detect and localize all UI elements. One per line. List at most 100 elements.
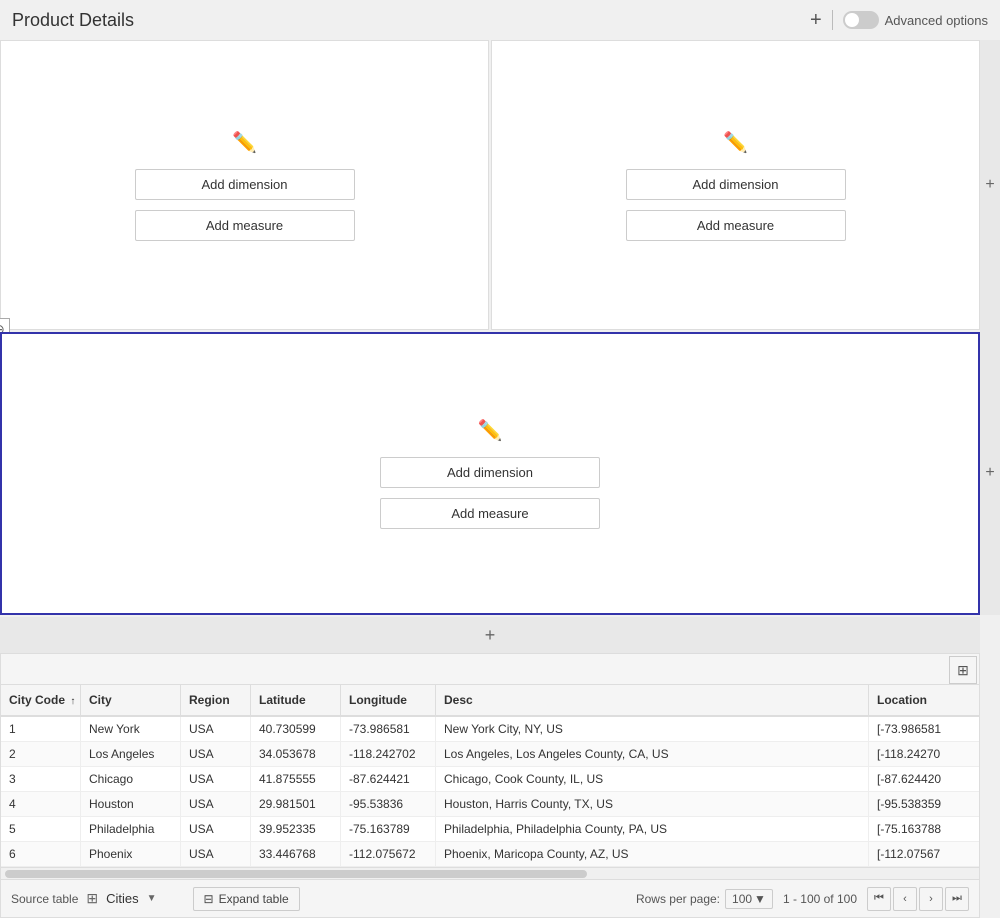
cell-citycode: 3	[1, 767, 81, 791]
source-table-label: Source table	[11, 892, 78, 906]
add-measure-button-bottom[interactable]: Add measure	[380, 498, 600, 529]
data-table: ⊞ City Code ↑ City Region Latitude Longi…	[0, 653, 980, 918]
cell-location: [-118.24270	[869, 742, 979, 766]
add-dimension-button-top-left[interactable]: Add dimension	[135, 169, 355, 200]
top-panels-row: ✏️ Add dimension Add measure ✏️ Add dime…	[0, 40, 980, 330]
expand-table-button[interactable]: ⊟ Expand table	[193, 887, 300, 911]
right-sidebar: + +	[980, 40, 1000, 918]
panel-top-left: ✏️ Add dimension Add measure	[0, 40, 489, 330]
add-row-area[interactable]: +	[0, 617, 980, 653]
pagination-nav: ⏮ ‹ › ⏭	[867, 887, 969, 911]
cell-city: Philadelphia	[81, 817, 181, 841]
cell-latitude: 41.875555	[251, 767, 341, 791]
table-row: 4HoustonUSA29.981501-95.53836Houston, Ha…	[1, 792, 979, 817]
wand-icon-bottom: ✏️	[478, 418, 503, 443]
add-row-button[interactable]: +	[485, 625, 496, 646]
grid-view-button[interactable]: ⊞	[949, 656, 977, 684]
add-dimension-button-bottom[interactable]: Add dimension	[380, 457, 600, 488]
cell-desc: Phoenix, Maricopa County, AZ, US	[436, 842, 869, 866]
rows-per-page-label: Rows per page:	[636, 892, 720, 906]
prev-page-button[interactable]: ‹	[893, 887, 917, 911]
cell-location: [-112.07567	[869, 842, 979, 866]
col-header-citycode: City Code ↑	[1, 685, 81, 715]
cell-location: [-95.538359	[869, 792, 979, 816]
last-page-button[interactable]: ⏭	[945, 887, 969, 911]
cell-desc: Los Angeles, Los Angeles County, CA, US	[436, 742, 869, 766]
advanced-options-toggle[interactable]: Advanced options	[843, 11, 988, 29]
main-layout: ✏️ Add dimension Add measure ✏️ Add dime…	[0, 40, 1000, 918]
toggle-thumb	[845, 13, 859, 27]
col-header-city: City	[81, 685, 181, 715]
cell-longitude: -95.53836	[341, 792, 436, 816]
cell-location: [-87.624420	[869, 767, 979, 791]
cell-latitude: 39.952335	[251, 817, 341, 841]
cell-region: USA	[181, 767, 251, 791]
panel-top-right: ✏️ Add dimension Add measure	[491, 40, 980, 330]
next-page-button[interactable]: ›	[919, 887, 943, 911]
col-header-desc: Desc	[436, 685, 869, 715]
cell-region: USA	[181, 842, 251, 866]
wand-icon-top-left: ✏️	[232, 130, 257, 155]
cell-region: USA	[181, 817, 251, 841]
col-header-location: Location	[869, 685, 979, 715]
sort-arrow-citycode: ↑	[70, 696, 75, 707]
table-row: 2Los AngelesUSA34.053678-118.242702Los A…	[1, 742, 979, 767]
add-panel-right-top[interactable]: +	[980, 40, 1000, 330]
cell-region: USA	[181, 717, 251, 741]
col-header-latitude: Latitude	[251, 685, 341, 715]
advanced-options-label: Advanced options	[885, 13, 988, 28]
cell-city: Los Angeles	[81, 742, 181, 766]
table-body: 1New YorkUSA40.730599-73.986581New York …	[1, 717, 979, 867]
cell-city: New York	[81, 717, 181, 741]
scroll-thumb[interactable]	[5, 870, 587, 878]
wand-icon-top-right: ✏️	[723, 130, 748, 155]
rows-value: 100	[732, 892, 752, 906]
table-row: 6PhoenixUSA33.446768-112.075672Phoenix, …	[1, 842, 979, 867]
page-info: 1 - 100 of 100	[783, 892, 857, 906]
canvas-column: ✏️ Add dimension Add measure ✏️ Add dime…	[0, 40, 980, 918]
table-icon: ⊞	[86, 890, 98, 907]
col-header-longitude: Longitude	[341, 685, 436, 715]
page-title: Product Details	[12, 10, 134, 31]
panel-bottom: ✏️ Add dimension Add measure	[0, 332, 980, 615]
cell-city: Phoenix	[81, 842, 181, 866]
cell-desc: Philadelphia, Philadelphia County, PA, U…	[436, 817, 869, 841]
footer-left: Source table ⊞ Cities ▼ ⊟ Expand table	[11, 887, 300, 911]
cell-longitude: -87.624421	[341, 767, 436, 791]
table-dropdown-arrow[interactable]: ▼	[147, 893, 157, 904]
cell-desc: Houston, Harris County, TX, US	[436, 792, 869, 816]
table-name: Cities	[106, 891, 139, 906]
cell-citycode: 5	[1, 817, 81, 841]
cell-desc: New York City, NY, US	[436, 717, 869, 741]
cell-location: [-73.986581	[869, 717, 979, 741]
header-divider	[832, 10, 833, 30]
cell-region: USA	[181, 792, 251, 816]
rows-select[interactable]: 100 ▼	[725, 889, 773, 909]
cell-latitude: 40.730599	[251, 717, 341, 741]
rows-per-page: Rows per page: 100 ▼	[636, 889, 773, 909]
add-measure-button-top-left[interactable]: Add measure	[135, 210, 355, 241]
add-panel-right-bottom[interactable]: +	[980, 330, 1000, 615]
add-measure-button-top-right[interactable]: Add measure	[626, 210, 846, 241]
expand-table-icon: ⊟	[204, 892, 214, 906]
add-button[interactable]: +	[810, 10, 822, 30]
cell-location: [-75.163788	[869, 817, 979, 841]
add-dimension-button-top-right[interactable]: Add dimension	[626, 169, 846, 200]
header-actions: + Advanced options	[810, 10, 988, 30]
toggle-track[interactable]	[843, 11, 879, 29]
first-page-button[interactable]: ⏮	[867, 887, 891, 911]
cell-longitude: -75.163789	[341, 817, 436, 841]
cell-city: Houston	[81, 792, 181, 816]
col-header-region: Region	[181, 685, 251, 715]
table-header: City Code ↑ City Region Latitude Longitu…	[1, 685, 979, 717]
table-row: 1New YorkUSA40.730599-73.986581New York …	[1, 717, 979, 742]
table-scrollbar[interactable]	[1, 867, 979, 879]
expand-table-label: Expand table	[219, 892, 289, 906]
cell-desc: Chicago, Cook County, IL, US	[436, 767, 869, 791]
cell-citycode: 6	[1, 842, 81, 866]
cell-longitude: -118.242702	[341, 742, 436, 766]
header: Product Details + Advanced options	[0, 0, 1000, 40]
cell-longitude: -112.075672	[341, 842, 436, 866]
cell-longitude: -73.986581	[341, 717, 436, 741]
rows-select-arrow: ▼	[754, 892, 766, 906]
